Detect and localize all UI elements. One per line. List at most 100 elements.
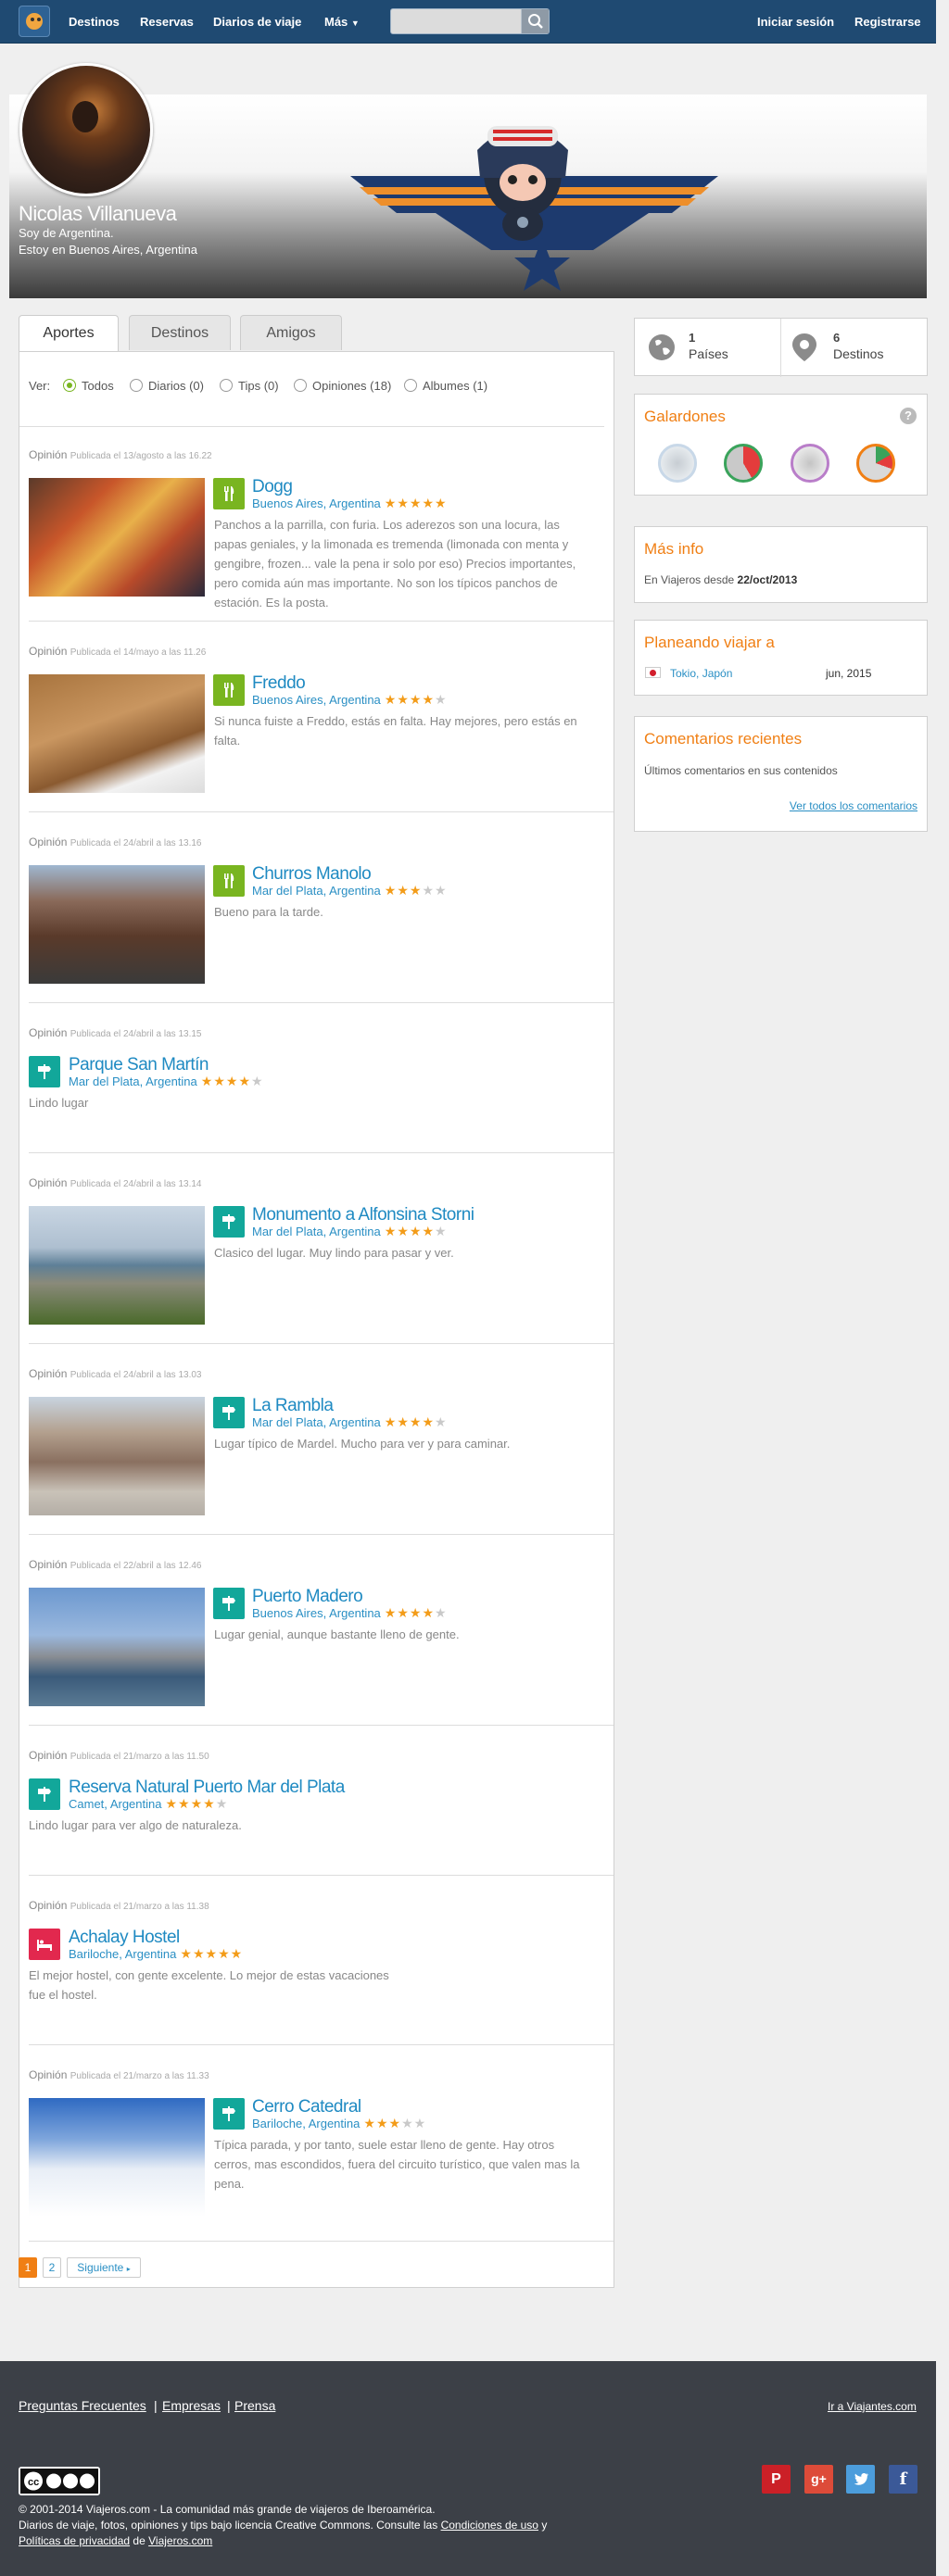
radio[interactable] [130, 379, 143, 392]
entry-photo[interactable] [29, 2098, 205, 2217]
badge-medal-1[interactable] [658, 444, 697, 483]
star-filled-icon: ★ [230, 1946, 244, 1961]
radio[interactable] [294, 379, 307, 392]
entry-country-link[interactable]: Argentina [125, 1947, 177, 1961]
tab-amigos[interactable]: Amigos [240, 315, 342, 350]
filter-opiniones[interactable]: Opiniones (18) [294, 379, 391, 393]
tab-destinos[interactable]: Destinos [129, 315, 231, 350]
filter-albumes[interactable]: Albumes (1) [404, 379, 487, 393]
help-icon[interactable]: ? [900, 408, 917, 424]
profile-origin: Soy de Argentina. [19, 226, 114, 240]
entry-city-link[interactable]: Bariloche [252, 2117, 302, 2130]
entry-text: Si nunca fuiste a Freddo, estás en falta… [214, 714, 577, 748]
entry-country-link[interactable]: Argentina [329, 496, 381, 510]
entry-country-link[interactable]: Argentina [329, 1225, 381, 1238]
entry-city-link[interactable]: Buenos Aires [252, 496, 323, 510]
entry-type: Opinión [29, 1367, 68, 1380]
ver-comentarios-link[interactable]: Ver todos los comentarios [790, 799, 917, 812]
radio-selected[interactable] [63, 379, 76, 392]
nav-mas[interactable]: Más ▼ [324, 15, 360, 29]
search-input[interactable] [395, 13, 515, 30]
entry-country-link[interactable]: Argentina [146, 1074, 197, 1088]
entry-country-link[interactable]: Argentina [329, 1606, 381, 1620]
nav-reservas[interactable]: Reservas [140, 15, 194, 29]
divider [29, 2044, 614, 2045]
comentarios-title: Comentarios recientes [644, 730, 803, 748]
twitter-icon[interactable] [846, 2465, 875, 2494]
entry-country-link[interactable]: Argentina [309, 2117, 361, 2130]
plan-city-link[interactable]: Tokio [670, 667, 696, 680]
entry-title-link[interactable]: Puerto Madero [252, 1587, 363, 1607]
register-link[interactable]: Registrarse [854, 15, 921, 29]
google-plus-icon[interactable]: g+ [804, 2465, 833, 2494]
footer-empresas-link[interactable]: Empresas [162, 2398, 221, 2413]
divider [29, 811, 614, 812]
entry-city-link[interactable]: Mar del Plata [252, 884, 323, 898]
badge-medal-3[interactable] [791, 444, 829, 483]
filter-todos[interactable]: Todos [63, 379, 114, 393]
entry-country-link[interactable]: Argentina [329, 693, 381, 707]
entry-photo[interactable] [29, 478, 205, 597]
entry-photo[interactable] [29, 1397, 205, 1515]
nav-destinos[interactable]: Destinos [69, 15, 120, 29]
badge-medal-2[interactable] [724, 444, 763, 483]
facebook-icon[interactable]: f [889, 2465, 917, 2494]
entry-title-link[interactable]: Churros Manolo [252, 864, 372, 885]
entry-title-link[interactable]: Dogg [252, 477, 293, 497]
star-filled-icon: ★ [165, 1796, 179, 1811]
entry-country-link[interactable]: Argentina [110, 1797, 162, 1811]
footer-viajantes-link[interactable]: Ir a Viajantes.com [828, 2400, 917, 2413]
entry-date: Publicada el 21/marzo a las 11.33 [70, 2071, 209, 2081]
filter-diarios[interactable]: Diarios (0) [130, 379, 204, 393]
star-filled-icon: ★ [409, 1224, 423, 1238]
plan-country-link[interactable]: Japón [702, 667, 733, 680]
entry-title-link[interactable]: Cerro Catedral [252, 2097, 361, 2117]
entry-country-link[interactable]: Argentina [329, 884, 381, 898]
entry-photo[interactable] [29, 674, 205, 793]
entry-title-link[interactable]: Achalay Hostel [69, 1928, 180, 1948]
entry-city-link[interactable]: Mar del Plata [252, 1225, 323, 1238]
entry-city-link[interactable]: Bariloche [69, 1947, 119, 1961]
entry-country-link[interactable]: Argentina [329, 1415, 381, 1429]
star-filled-icon: ★ [397, 1224, 410, 1238]
next-page-button[interactable]: Siguiente ▸ [67, 2257, 141, 2278]
star-filled-icon: ★ [218, 1946, 231, 1961]
footer-terms-link[interactable]: Condiciones de uso [441, 2519, 538, 2532]
page-2[interactable]: 2 [43, 2257, 61, 2278]
site-logo[interactable] [19, 6, 50, 37]
star-empty-icon: ★ [435, 883, 448, 898]
signpost-icon [222, 1214, 235, 1229]
entry-city-link[interactable]: Buenos Aires [252, 1606, 323, 1620]
entry-city-link[interactable]: Buenos Aires [252, 693, 323, 707]
entry-title-link[interactable]: Parque San Martín [69, 1055, 209, 1075]
entry-title-link[interactable]: Freddo [252, 673, 306, 694]
footer-faq-link[interactable]: Preguntas Frecuentes [19, 2398, 146, 2413]
entry-photo[interactable] [29, 1588, 205, 1706]
footer-privacy-link[interactable]: Políticas de privacidad [19, 2534, 130, 2547]
radio[interactable] [220, 379, 233, 392]
entry-city-link[interactable]: Mar del Plata [69, 1074, 140, 1088]
pinterest-icon[interactable]: P [762, 2465, 791, 2494]
entry-photo[interactable] [29, 865, 205, 984]
login-link[interactable]: Iniciar sesión [757, 15, 834, 29]
entry-title-link[interactable]: Reserva Natural Puerto Mar del Plata [69, 1778, 345, 1798]
footer-site-link[interactable]: Viajeros.com [148, 2534, 212, 2547]
page-1[interactable]: 1 [19, 2257, 37, 2278]
nav-diarios[interactable]: Diarios de viaje [213, 15, 301, 29]
footer-prensa-link[interactable]: Prensa [234, 2398, 275, 2413]
signpost-icon [222, 1596, 235, 1611]
search-button[interactable] [521, 9, 549, 33]
profile-avatar[interactable] [19, 63, 153, 196]
star-filled-icon: ★ [435, 496, 448, 510]
entry-city-link[interactable]: Mar del Plata [252, 1415, 323, 1429]
profile-location: Estoy en Buenos Aires, Argentina [19, 243, 197, 257]
entry-photo[interactable] [29, 1206, 205, 1325]
entry-city-link[interactable]: Camet [69, 1797, 104, 1811]
creative-commons-badge[interactable]: cc [19, 2467, 100, 2495]
filter-tips[interactable]: Tips (0) [220, 379, 279, 393]
radio[interactable] [404, 379, 417, 392]
badge-medal-4[interactable] [856, 444, 895, 483]
tab-aportes[interactable]: Aportes [19, 315, 119, 352]
entry-title-link[interactable]: Monumento a Alfonsina Storni [252, 1205, 474, 1225]
entry-title-link[interactable]: La Rambla [252, 1396, 334, 1416]
